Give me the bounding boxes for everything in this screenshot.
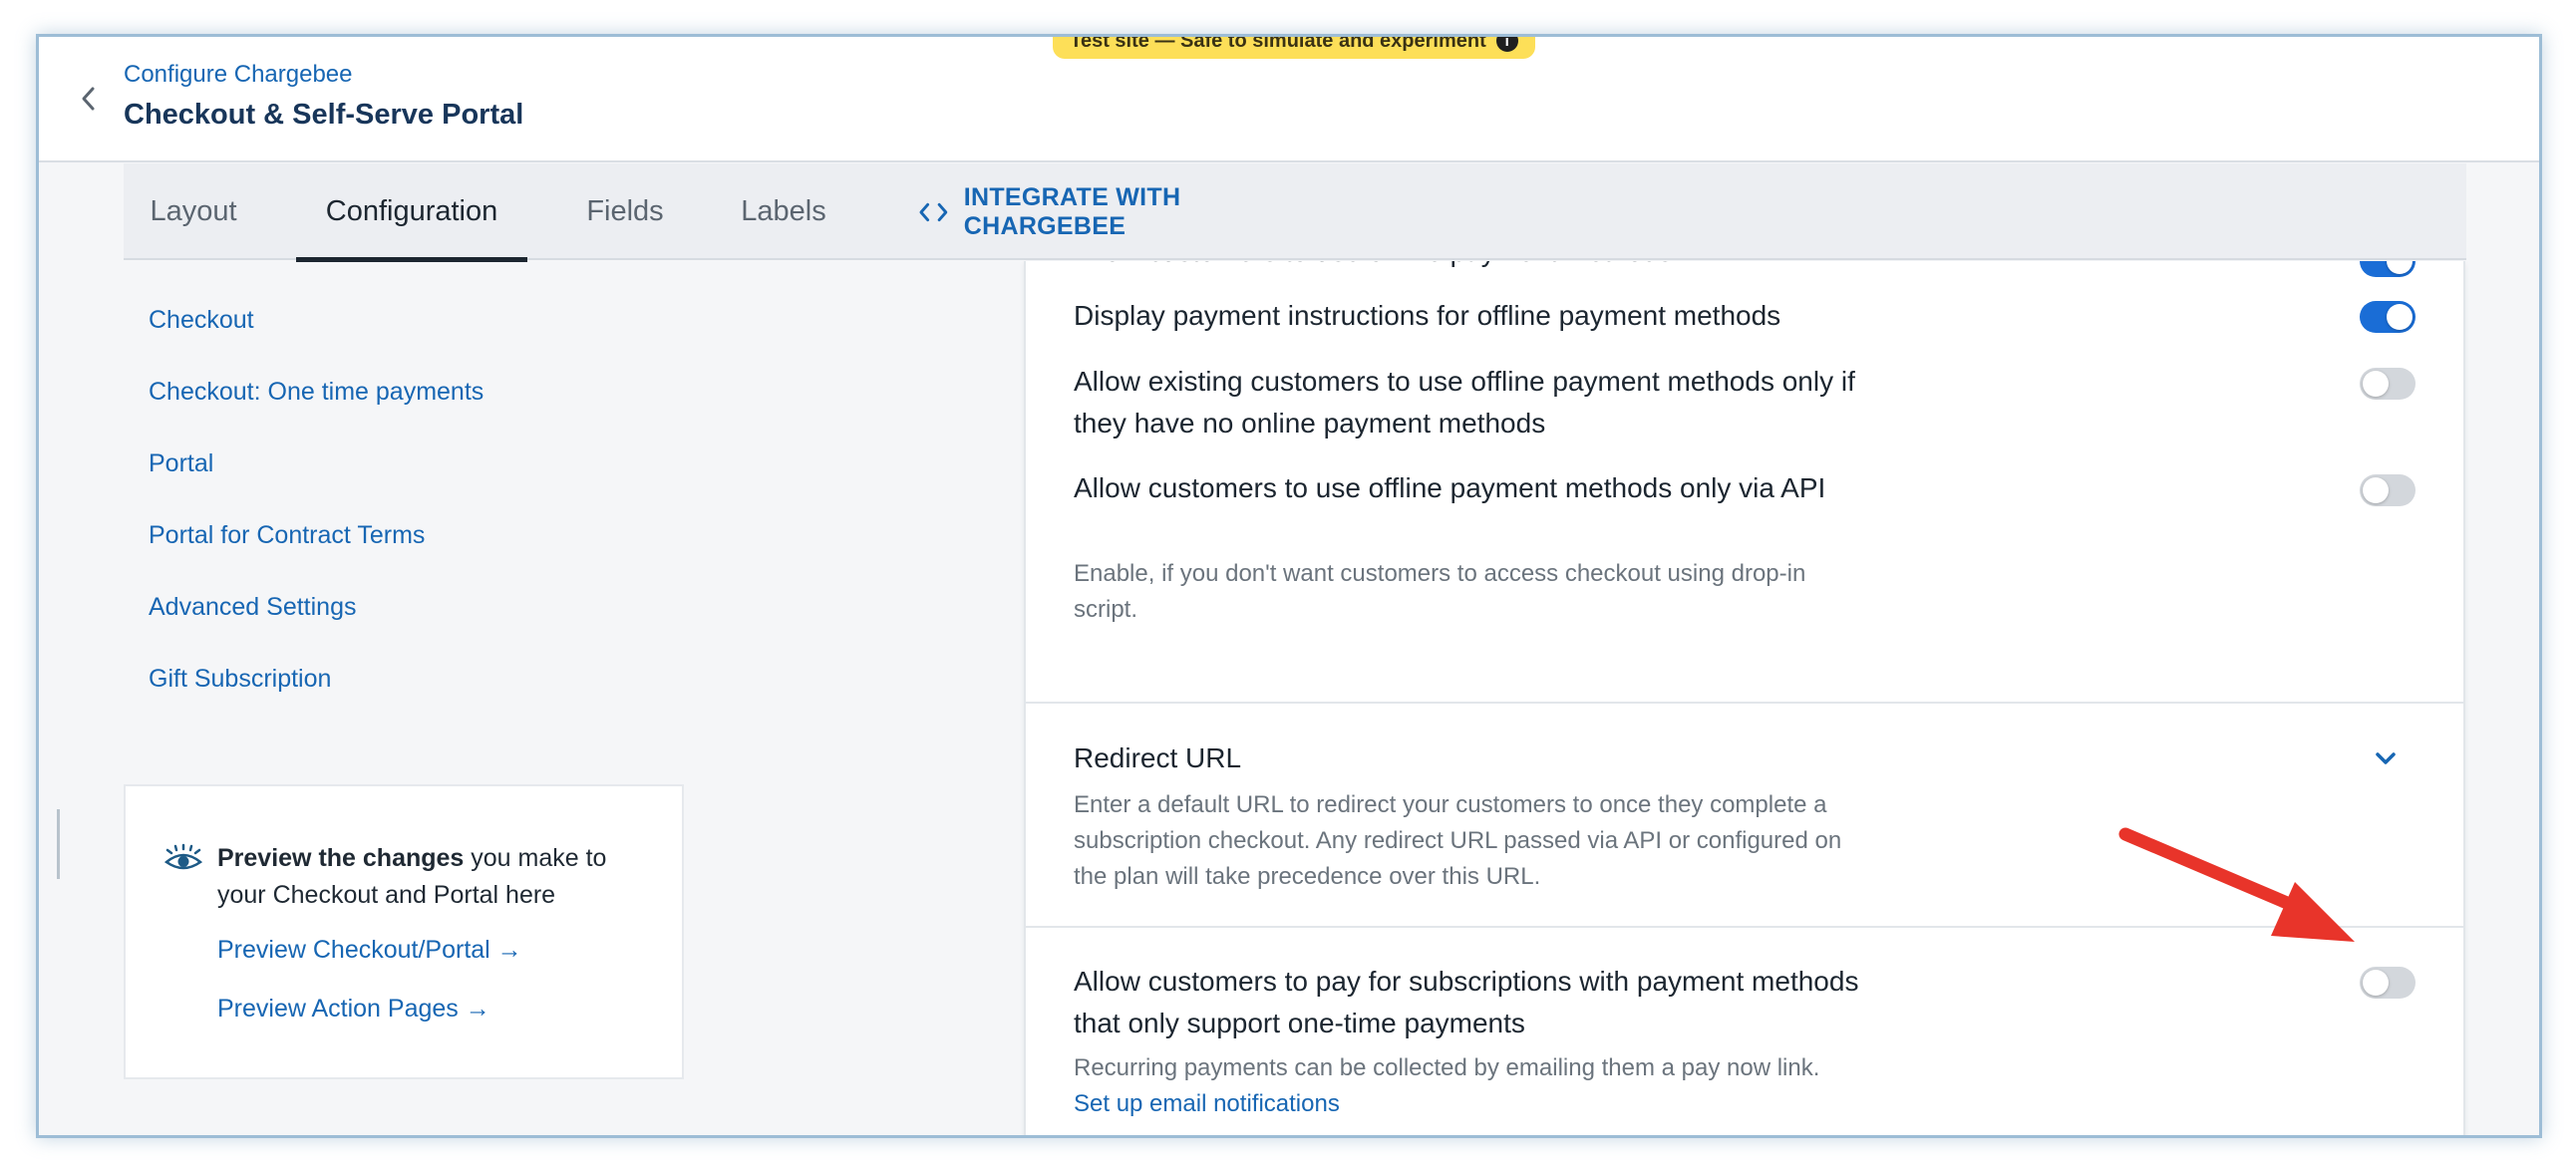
setting-description-one-time-payments: Recurring payments can be collected by e… [1074, 1050, 1861, 1122]
toggle-knob [2387, 304, 2413, 330]
tab-integrate-label: INTEGRATE WITH CHARGEBEE [963, 182, 1181, 240]
toggle-knob [2363, 477, 2389, 503]
settings-panel: Allow customers to use offline payment m… [1024, 261, 2465, 1135]
setting-label-offline-payment-methods: Allow customers to use offline payment m… [1074, 261, 1861, 273]
resize-handle[interactable] [57, 809, 60, 879]
section-divider [1026, 702, 2463, 704]
toggle-offline-api[interactable] [2360, 474, 2415, 506]
chevron-down-icon [2376, 752, 2396, 764]
setting-description-offline-api: Enable, if you don't want customers to a… [1074, 560, 1806, 623]
redirect-url-description: Enter a default URL to redirect your cus… [1074, 791, 1842, 890]
test-site-banner-text: Test site — Safe to simulate and experim… [1070, 34, 1486, 52]
toggle-knob [2363, 970, 2389, 996]
preview-card: Preview the changes you make to your Che… [124, 784, 684, 1079]
app-window: Configure Chargebee Checkout & Self-Serv… [36, 34, 2542, 1138]
toggle-existing-offline[interactable] [2360, 368, 2415, 400]
annotation-arrow-icon [2118, 827, 2355, 942]
setting-label-existing-offline: Allow existing customers to use offline … [1074, 366, 1855, 439]
sidebar-item-advanced-settings[interactable]: Advanced Settings [149, 593, 356, 622]
redirect-url-expand-button[interactable] [2370, 744, 2402, 772]
preview-description-bold: Preview the changes [217, 844, 465, 872]
sidebar-item-portal[interactable]: Portal [149, 449, 213, 478]
page-header: Configure Chargebee Checkout & Self-Serv… [39, 37, 2539, 162]
toggle-one-time-payments[interactable] [2360, 967, 2415, 999]
redirect-url-title: Redirect URL [1074, 742, 1242, 773]
toggle-knob [2387, 261, 2413, 274]
test-site-banner: Test site — Safe to simulate and experim… [1053, 34, 1535, 59]
code-icon [919, 202, 948, 221]
back-button[interactable] [73, 79, 107, 119]
preview-checkout-portal-link[interactable]: Preview Checkout/Portal → [217, 936, 522, 965]
tab-bar: Layout Configuration Fields Labels INTEG… [124, 163, 2466, 262]
set-up-email-notifications-link[interactable]: Set up email notifications [1074, 1090, 1340, 1117]
sidebar-item-portal-contract-terms[interactable]: Portal for Contract Terms [149, 521, 425, 550]
toggle-knob [2363, 371, 2389, 397]
tab-layout[interactable]: Layout [124, 163, 263, 260]
one-time-payments-description-text: Recurring payments can be collected by e… [1074, 1054, 1820, 1081]
setting-label-display-instructions: Display payment instructions for offline… [1074, 300, 1781, 331]
tab-integrate-with-chargebee[interactable]: INTEGRATE WITH CHARGEBEE [919, 163, 1334, 260]
preview-description: Preview the changes you make to your Che… [217, 840, 636, 914]
sidebar-item-checkout-one-time-payments[interactable]: Checkout: One time payments [149, 378, 483, 407]
page-title: Checkout & Self-Serve Portal [124, 99, 524, 131]
tab-configuration[interactable]: Configuration [296, 163, 527, 262]
info-icon[interactable]: i [1495, 37, 1518, 52]
setting-label-one-time-payments: Allow customers to pay for subscriptions… [1074, 966, 1859, 1038]
tab-labels[interactable]: Labels [722, 163, 845, 260]
toggle-offline-payment-methods[interactable] [2360, 261, 2415, 277]
eye-icon [163, 843, 203, 870]
chevron-left-icon [82, 87, 95, 111]
breadcrumb[interactable]: Configure Chargebee [124, 61, 353, 89]
sidebar-item-gift-subscription[interactable]: Gift Subscription [149, 665, 331, 694]
tab-fields[interactable]: Fields [560, 163, 690, 260]
toggle-display-instructions[interactable] [2360, 301, 2415, 333]
sidebar-item-checkout[interactable]: Checkout [149, 306, 254, 335]
preview-action-pages-link[interactable]: Preview Action Pages → [217, 995, 490, 1024]
setting-label-offline-api: Allow customers to use offline payment m… [1074, 472, 1826, 503]
